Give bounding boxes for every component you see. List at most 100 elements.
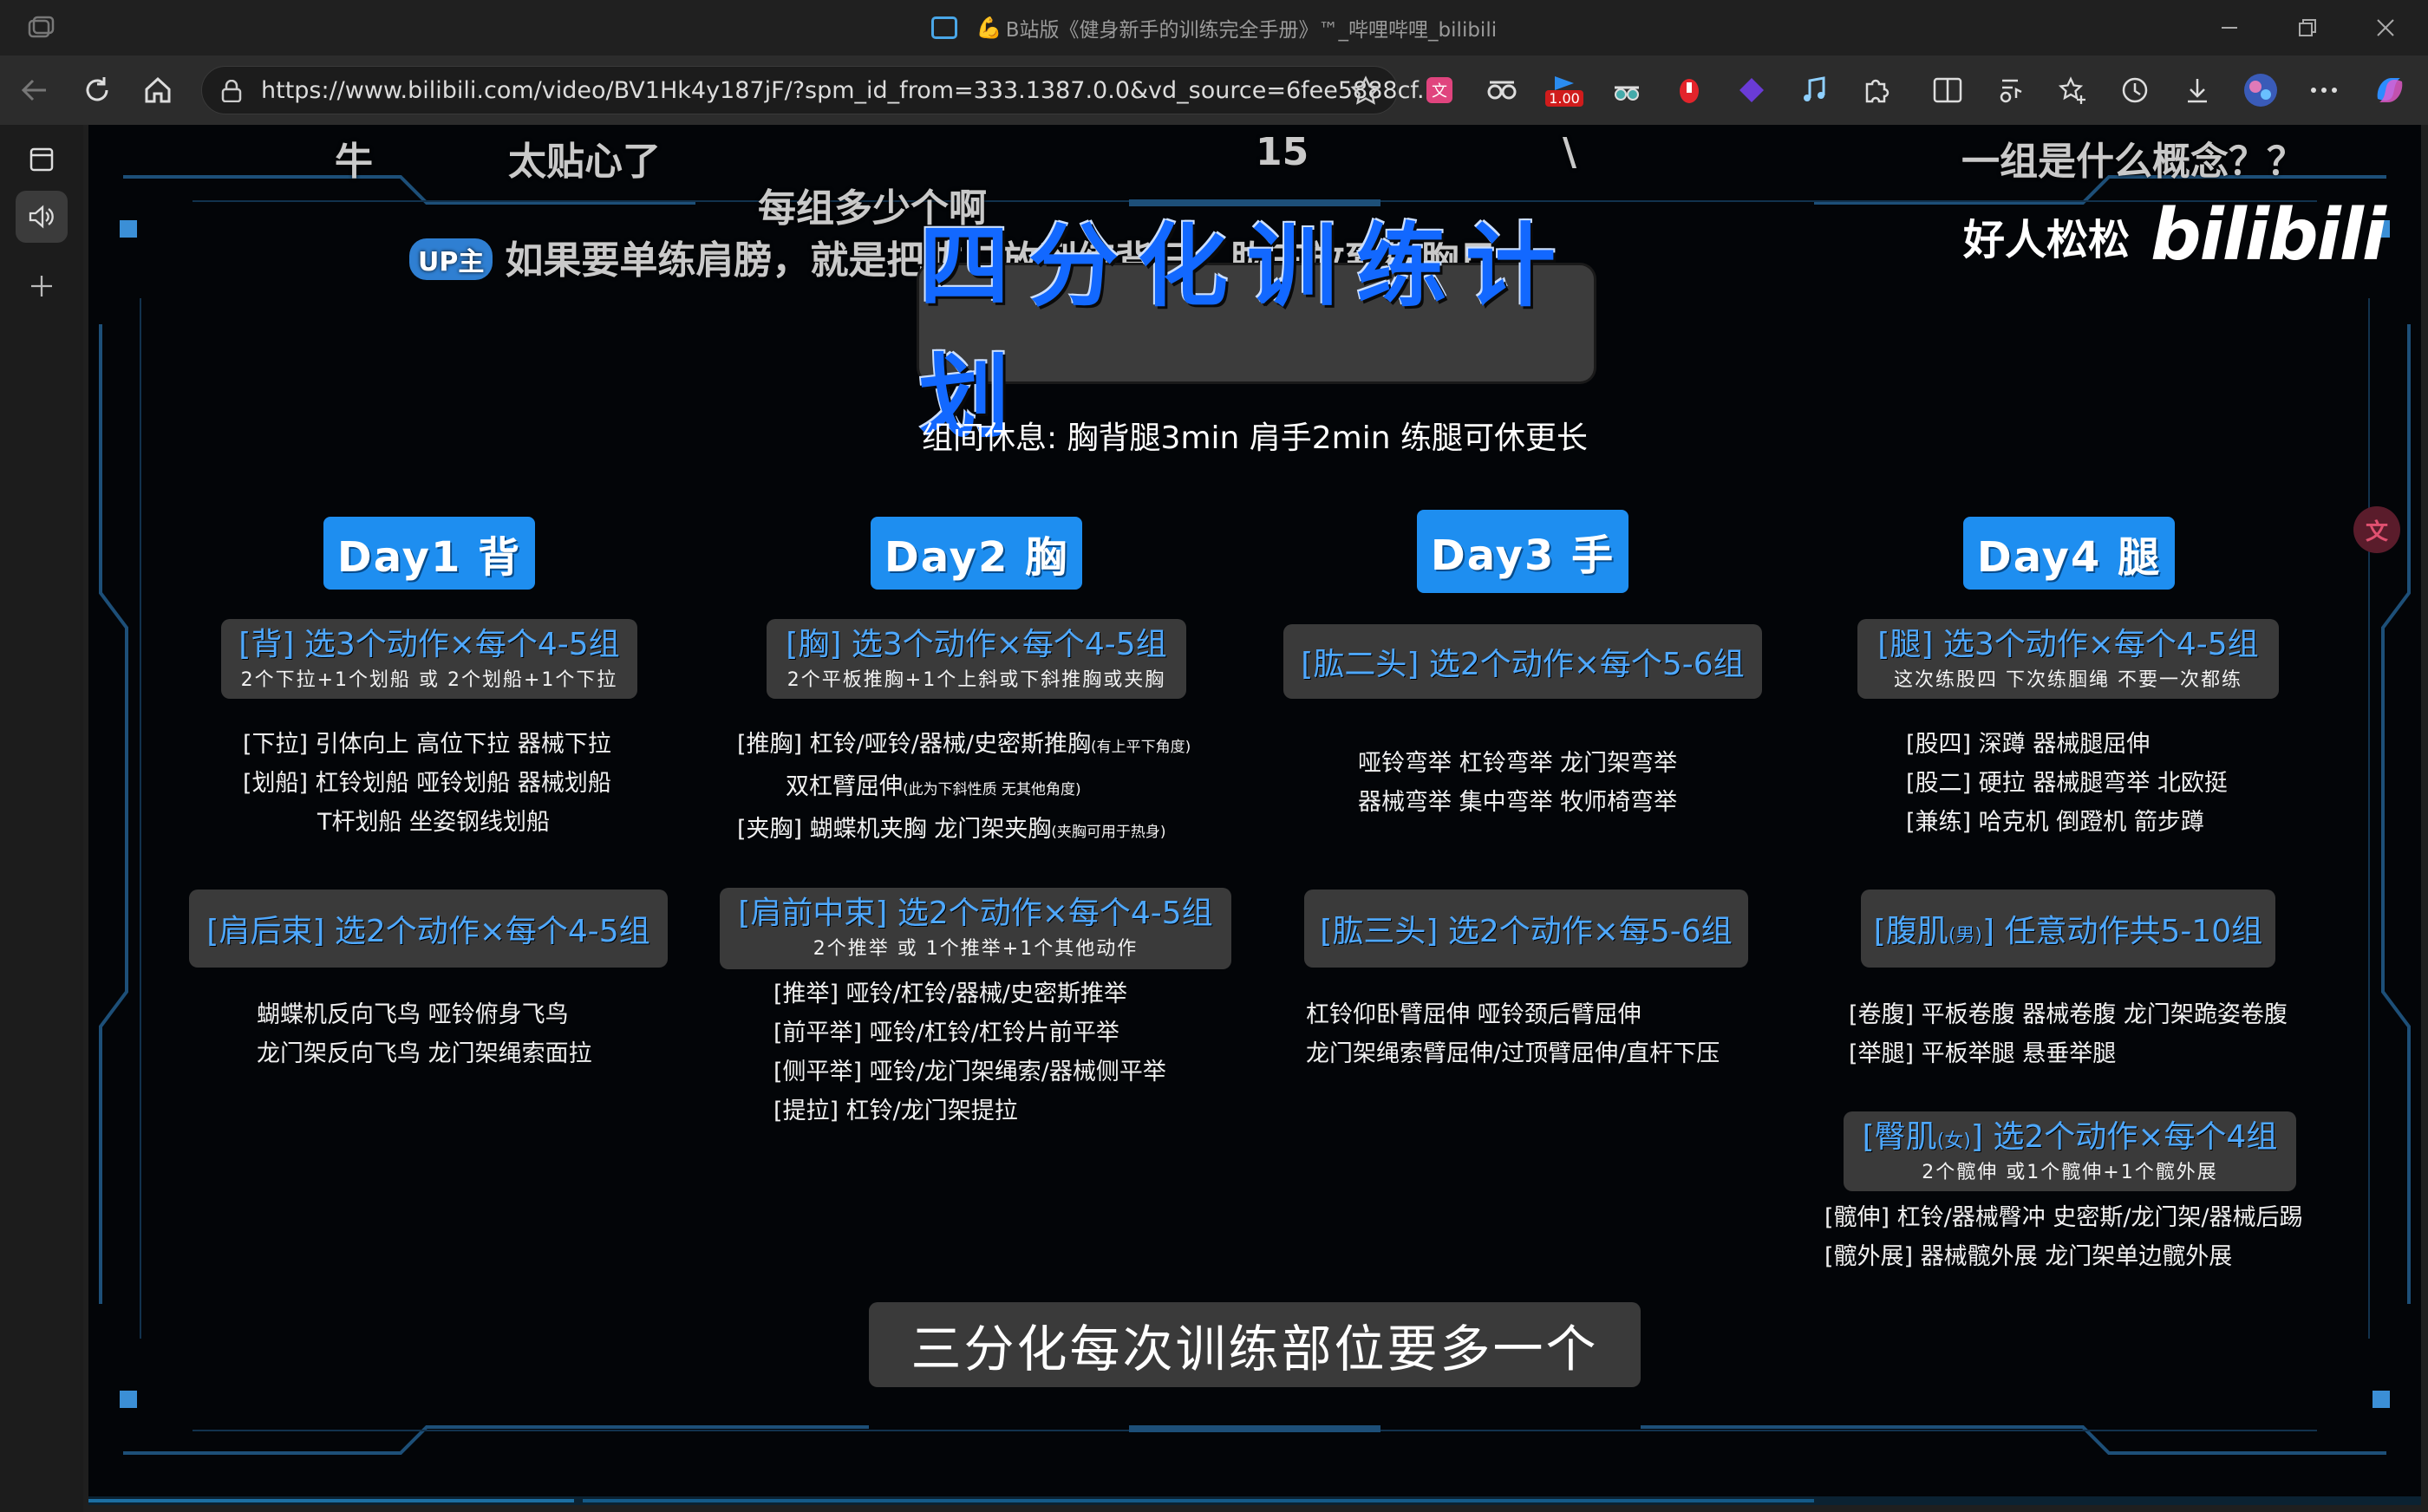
translate-floating-button[interactable]: 文 [2353,506,2400,553]
section-title: [臀肌(女)] 选2个动作×每个4组 [1844,1111,2296,1157]
exercise-line: T杆划船 坐姿钢线划船 [317,809,551,836]
refresh-icon [86,77,108,101]
exercise-line: 蝴蝶机反向飞鸟 哑铃俯身飞鸟 [257,1001,569,1028]
new-tab-button[interactable] [16,260,68,312]
extension-video-speed-icon[interactable]: 1.00 [1545,73,1583,108]
section-title-tag: (男) [1948,925,1982,947]
exercise-line: 龙门架反向飞鸟 龙门架绳索面拉 [257,1040,592,1067]
favorite-star-icon[interactable] [1350,75,1381,107]
exercise-line: 龙门架绳索臂屈伸/过顶臂屈伸/直杆下压 [1306,1040,1720,1067]
day1-section2: [肩后束] 选2个动作×每个4-5组 [189,890,668,968]
exercise-line: [髋伸] 杠铃/器械臀冲 史密斯/龙门架/器械后踢 [1824,1204,2303,1231]
extension-spy-icon[interactable] [1609,73,1644,108]
extension-glasses-icon[interactable] [1485,73,1519,108]
rest-note: 组间休息: 胸背腿3min 肩手2min 练腿可休更长 [921,420,1589,456]
exercise-line: 哑铃弯举 杠铃弯举 龙门架弯举 [1358,750,1678,777]
minimize-button[interactable] [2190,0,2268,55]
day1-exercises: [下拉] 引体向上 高位下拉 器械下拉 [划船] 杠铃划船 哑铃划船 器械划船 … [243,725,624,842]
section-title: [腿] 选3个动作×每个4-5组 [1877,627,2259,662]
exercise-line: [侧平举] 哑铃/龙门架绳索/器械侧平举 [773,1059,1166,1085]
exercise-line: 双杠臂屈伸 [786,773,903,800]
home-icon [145,76,171,103]
danmaku-comment[interactable]: 15 [1256,130,1309,174]
exercise-line: [股二] 硬拉 器械腿弯举 北欧挺 [1906,770,2228,797]
tab-actions-icon [29,147,54,172]
exercise-line: [推举] 哑铃/杠铃/器械/史密斯推举 [773,981,1127,1007]
exercise-line: [前平举] 哑铃/杠铃/杠铃片前平举 [773,1020,1119,1046]
day4-section3: [臀肌(女)] 选2个动作×每个4组 2个髋伸 或1个髋伸+1个髋外展 [1844,1111,2296,1191]
extension-red-hand-icon[interactable] [1672,73,1707,108]
home-button[interactable] [135,68,180,113]
section-title: [肩前中束] 选2个动作×每个4-5组 [738,896,1213,931]
extensions-puzzle-icon[interactable] [1859,73,1894,108]
more-menu-icon[interactable] [2307,73,2341,108]
day2-badge: Day2 胸 [871,517,1082,590]
restore-button[interactable] [2268,0,2346,55]
extension-music-icon[interactable] [1797,73,1831,108]
danmaku-comment[interactable]: 一组是什么概念？？ [1961,130,2305,186]
lock-icon[interactable] [221,80,242,102]
exercise-line: 器械弯举 集中弯举 牧师椅弯举 [1358,789,1678,816]
section-title: [胸] 选3个动作×每个4-5组 [786,627,1167,662]
vertical-tab-sidebar [0,125,83,1512]
navigation-bar: https://www.bilibili.com/video/BV1Hk4y18… [0,55,2428,125]
speaker-audio-icon [29,205,54,229]
section-title-tag: (女) [1936,1131,1971,1152]
video-progress-bar[interactable] [88,1496,2421,1505]
day4-section2-exercises: [卷腹] 平板卷腹 器械卷腹 龙门架跪姿卷腹 [举腿] 平板举腿 悬垂举腿 [1849,995,2334,1073]
back-button[interactable] [12,68,57,113]
refresh-button[interactable] [75,68,120,113]
profile-avatar[interactable] [2242,73,2277,108]
exercise-note: (此为下斜性质 无其他角度) [903,781,1081,798]
downloads-icon[interactable] [2180,73,2215,108]
extension-translate-icon[interactable]: 文 [1422,73,1457,108]
day4-badge: Day4 腿 [1963,517,2175,590]
exercise-line: [髋外展] 器械髋外展 龙门架单边髋外展 [1824,1243,2233,1270]
split-screen-icon[interactable] [1930,73,1965,108]
corner-square-decoration [120,220,137,238]
exercise-line: [下拉] 引体向上 高位下拉 器械下拉 [243,731,611,758]
exercise-note: (有上平下角度) [1090,739,1191,756]
address-bar[interactable]: https://www.bilibili.com/video/BV1Hk4y18… [201,66,1439,114]
exercise-line: [举腿] 平板举腿 悬垂举腿 [1849,1040,2117,1067]
day1-section1: [背] 选3个动作×每个4-5组 2个下拉+1个划船 或 2个划船+1个下拉 [221,619,637,699]
history-icon[interactable] [2118,73,2152,108]
flexed-biceps-icon: 💪 [976,16,1002,40]
day3-section2: [肱三头] 选2个动作×每5-6组 [1304,890,1748,968]
day1-badge: Day1 背 [323,517,535,590]
copilot-icon[interactable] [2373,73,2407,108]
extension-diamond-icon[interactable] [1734,73,1769,108]
day2-section2: [肩前中束] 选2个动作×每个4-5组 2个推举 或 1个推举+1个其他动作 [720,888,1231,969]
up-tag-badge: UP主 [409,238,493,280]
tab-actions-button[interactable] [16,134,68,186]
video-subtitle: 三分化每次训练部位要多一个 [869,1302,1641,1387]
day4-section3-exercises: [髋伸] 杠铃/器械臀冲 史密斯/龙门架/器械后踢 [髋外展] 器械髋外展 龙门… [1824,1198,2345,1276]
video-player[interactable]: 牛 太贴心了 15 \ 一组是什么概念？？ 每组多少个啊 UP主 如果要单练肩膀，… [88,125,2421,1505]
favorites-icon[interactable] [2055,73,2090,108]
url-text[interactable]: https://www.bilibili.com/video/BV1Hk4y18… [261,67,1439,115]
close-button[interactable] [2346,0,2425,55]
progress-segment [88,1499,574,1502]
window-title: 💪 B站版《健身新手的训练完全手册》™_哔哩哔哩_bilibili [0,0,2428,55]
exercise-line: [卷腹] 平板卷腹 器械卷腹 龙门架跪姿卷腹 [1849,1001,2288,1028]
tab-bilibili-video[interactable] [16,191,68,243]
restore-icon [2299,19,2316,36]
svg-text:文: 文 [1432,82,1447,101]
danmaku-comment[interactable]: 太贴心了 [508,130,661,186]
day3-section2-exercises: 杠铃仰卧臂屈伸 哑铃颈后臂屈伸 龙门架绳索臂屈伸/过顶臂屈伸/直杆下压 [1306,995,1774,1073]
danmaku-comment[interactable]: \ [1563,130,1576,174]
exercise-line: [划船] 杠铃划船 哑铃划船 器械划船 [243,770,611,797]
section-title: [肱三头] 选2个动作×每5-6组 [1320,914,1733,949]
section-title-part: [臀肌 [1862,1119,1937,1155]
section-subtitle: 这次练股四 下次练腘绳 不要一次都练 [1894,669,2242,691]
plus-icon [31,276,52,297]
media-control-icon[interactable] [1993,73,2027,108]
exercise-line: 杠铃仰卧臂屈伸 哑铃颈后臂屈伸 [1306,1001,1642,1028]
window-title-text: B站版《健身新手的训练完全手册》™_哔哩哔哩_bilibili [1005,19,1498,42]
section-title: [背] 选3个动作×每个4-5组 [238,627,620,662]
danmaku-comment[interactable]: 牛 [335,130,373,186]
day4-exercises: [股四] 深蹲 器械腿屈伸 [股二] 硬拉 器械腿弯举 北欧挺 [兼练] 哈克机… [1906,725,2270,842]
exercise-line: [推胸] 杠铃/哑铃/器械/史密斯推胸 [737,731,1091,758]
section-title-part: ] 任意动作共5-10组 [1982,914,2263,949]
exercise-line: [兼练] 哈克机 倒蹬机 箭步蹲 [1906,809,2204,836]
